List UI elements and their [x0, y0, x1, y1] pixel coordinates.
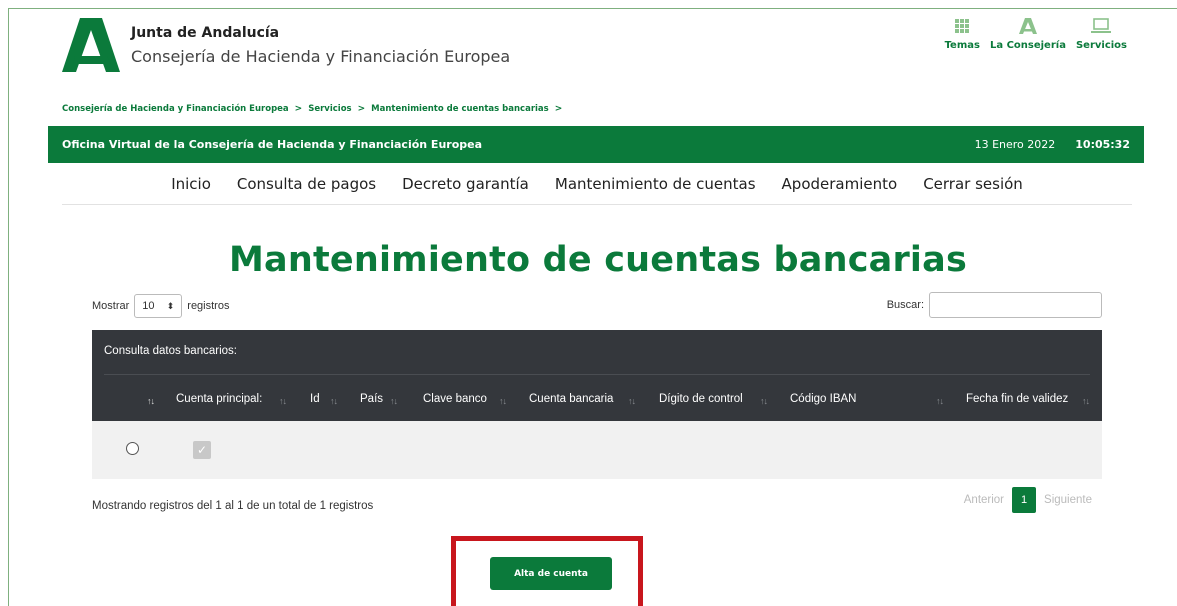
- col-codigo-iban[interactable]: Código IBAN: [790, 393, 856, 405]
- top-nav: Temas La Consejería Servicios: [945, 18, 1127, 51]
- sort-icon[interactable]: ↑↓: [330, 396, 338, 406]
- laptop-icon: [1091, 18, 1112, 33]
- col-pais[interactable]: País: [360, 393, 383, 405]
- pager-page-1[interactable]: 1: [1012, 487, 1037, 513]
- office-bar: Oficina Virtual de la Consejería de Haci…: [48, 126, 1144, 163]
- nav-decreto-garantia[interactable]: Decreto garantía: [402, 175, 529, 193]
- current-time: 10:05:32: [1075, 138, 1130, 151]
- breadcrumb-item[interactable]: Mantenimiento de cuentas bancarias: [371, 104, 549, 114]
- andalucia-a-icon: [1018, 18, 1037, 34]
- pager-next[interactable]: Siguiente: [1044, 494, 1092, 506]
- col-fecha-fin-validez[interactable]: Fecha fin de validez: [966, 393, 1068, 405]
- table-row: ✓: [92, 421, 1102, 479]
- table-info: Mostrando registros del 1 al 1 de un tot…: [92, 500, 374, 512]
- col-cuenta-bancaria[interactable]: Cuenta bancaria: [529, 393, 613, 405]
- row-select-radio[interactable]: [126, 442, 139, 455]
- main-nav: Inicio Consulta de pagos Decreto garantí…: [62, 164, 1132, 205]
- show-label: Mostrar: [92, 300, 130, 312]
- pager-prev[interactable]: Anterior: [964, 494, 1004, 506]
- top-nav-servicios[interactable]: Servicios: [1076, 18, 1127, 51]
- sort-icon[interactable]: ↑↓: [499, 396, 507, 406]
- page-title: Mantenimiento de cuentas bancarias: [229, 240, 967, 280]
- sort-icon[interactable]: ↑↓: [147, 396, 155, 406]
- grid-icon: [955, 19, 970, 33]
- col-digito-control[interactable]: Dígito de control: [659, 393, 743, 405]
- nav-cerrar-sesion[interactable]: Cerrar sesión: [923, 175, 1023, 193]
- junta-andalucia-logo[interactable]: [62, 18, 120, 72]
- search-label: Buscar:: [886, 299, 924, 311]
- breadcrumb-separator: >: [554, 104, 563, 114]
- page-size-select[interactable]: 10 ⬍: [134, 294, 183, 318]
- col-clave-banco[interactable]: Clave banco: [423, 393, 487, 405]
- sort-icon[interactable]: ↑↓: [936, 396, 944, 406]
- sort-icon[interactable]: ↑↓: [760, 396, 768, 406]
- updown-icon: ⬍: [166, 300, 175, 311]
- page-length-control: Mostrar 10 ⬍ registros: [92, 294, 229, 318]
- table-caption: Consulta datos bancarios:: [104, 345, 237, 357]
- records-label: registros: [187, 300, 230, 312]
- org-name: Junta de Andalucía: [131, 25, 280, 41]
- nav-apoderamiento[interactable]: Apoderamiento: [782, 175, 898, 193]
- principal-checkbox: ✓: [193, 441, 211, 459]
- pagination: Anterior 1 Siguiente: [964, 487, 1092, 513]
- office-title: Oficina Virtual de la Consejería de Haci…: [62, 138, 483, 151]
- top-nav-la-consejeria[interactable]: La Consejería: [990, 18, 1066, 51]
- check-icon: ✓: [196, 443, 208, 457]
- sort-icon[interactable]: ↑↓: [279, 396, 287, 406]
- org-subtitle: Consejería de Hacienda y Financiación Eu…: [131, 47, 511, 66]
- breadcrumb: Consejería de Hacienda y Financiación Eu…: [62, 104, 562, 114]
- col-cuenta-principal[interactable]: Cuenta principal:: [176, 393, 262, 405]
- breadcrumb-separator: >: [357, 104, 366, 114]
- sort-icon[interactable]: ↑↓: [628, 396, 636, 406]
- nav-mantenimiento-cuentas[interactable]: Mantenimiento de cuentas: [555, 175, 756, 193]
- top-nav-temas[interactable]: Temas: [945, 18, 980, 51]
- breadcrumb-separator: >: [294, 104, 303, 114]
- breadcrumb-item[interactable]: Consejería de Hacienda y Financiación Eu…: [62, 104, 289, 114]
- sort-icon[interactable]: ↑↓: [1082, 396, 1090, 406]
- search-input[interactable]: [929, 292, 1102, 318]
- nav-consulta-pagos[interactable]: Consulta de pagos: [237, 175, 376, 193]
- header-divider: [104, 374, 1090, 375]
- current-date: 13 Enero 2022: [974, 138, 1056, 151]
- search-control: Buscar:: [887, 292, 1102, 318]
- nav-inicio[interactable]: Inicio: [171, 175, 211, 193]
- breadcrumb-item[interactable]: Servicios: [308, 104, 351, 114]
- sort-icon[interactable]: ↑↓: [390, 396, 398, 406]
- add-account-button[interactable]: Alta de cuenta: [490, 557, 612, 590]
- table-header: Consulta datos bancarios: ↑↓ Cuenta prin…: [92, 330, 1102, 421]
- col-id[interactable]: Id: [310, 393, 320, 405]
